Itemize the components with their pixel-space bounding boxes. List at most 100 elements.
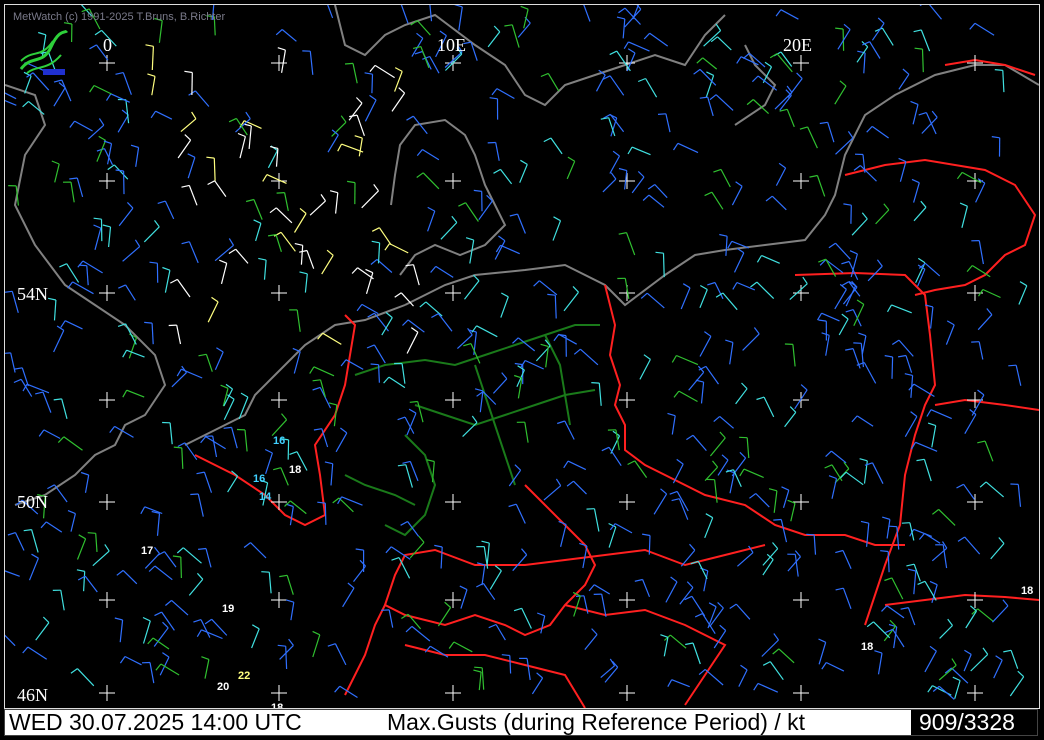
wind-barb-staff	[390, 546, 411, 560]
wind-barb-staff	[993, 659, 1003, 679]
wind-barb-flag	[261, 571, 270, 573]
map-panel[interactable]: MetWatch (c) 1991-2025 T.Bruns, B.Richte…	[4, 4, 1040, 709]
wind-barb-staff	[898, 73, 910, 90]
wind-barb-flag	[627, 146, 633, 155]
wind-barb-flag	[299, 271, 308, 275]
wind-barb-flag	[419, 301, 427, 308]
lat-label-50n: 50N	[17, 492, 48, 512]
wind-barb-staff	[547, 73, 560, 92]
wind-barb-flag	[22, 100, 29, 108]
wind-barb-staff	[704, 517, 714, 539]
wind-barb-flag	[946, 320, 955, 326]
wind-barb-flag	[669, 490, 678, 495]
wind-barb-flag	[991, 136, 1000, 139]
wind-barb-flag	[504, 24, 513, 27]
wind-barb-staff	[1002, 70, 1005, 93]
wind-barb-flag	[536, 672, 543, 679]
wind-barb-staff	[519, 164, 528, 183]
wind-barb-staff	[789, 283, 808, 301]
wind-barb-flag	[473, 669, 482, 673]
wind-barb-flag	[184, 70, 193, 74]
wind-barb-flag	[800, 384, 808, 391]
regional-border-path	[384, 434, 437, 537]
wind-barb-flag	[398, 87, 406, 94]
wind-barb-staff	[580, 348, 599, 366]
wind-barb-staff	[444, 53, 463, 71]
wind-barb-flag	[704, 191, 713, 197]
wind-barb-flag	[14, 367, 23, 370]
wind-barb-flag	[397, 464, 406, 467]
wind-barb-staff	[715, 94, 734, 111]
wind-barb-staff	[26, 383, 50, 394]
wind-barb-staff	[177, 139, 192, 159]
wind-barb-flag	[184, 134, 192, 141]
wind-barb-staff	[456, 334, 473, 350]
wind-barb-staff	[938, 685, 955, 700]
wind-barb-flag	[454, 5, 463, 8]
wind-barb-flag	[5, 352, 11, 354]
wind-barb-flag	[493, 168, 501, 174]
wind-barb-staff	[250, 542, 267, 559]
wind-barb-staff	[440, 546, 443, 569]
wind-barb-staff	[312, 634, 321, 658]
gust-value-label: 18	[1021, 585, 1034, 597]
wind-barb-flag	[1008, 364, 1017, 367]
wind-barb-staff	[563, 291, 579, 312]
wind-barb-flag	[494, 565, 502, 572]
wind-barb-staff	[552, 220, 562, 241]
wind-barb-flag	[910, 411, 918, 417]
product-title: Max.Gusts (during Reference Period) / kt	[387, 709, 805, 735]
wind-barb-flag	[416, 149, 423, 156]
wind-barb-staff	[550, 137, 563, 155]
wind-barb-flag	[566, 480, 574, 487]
wind-barb-flag	[405, 625, 413, 633]
wind-barb-flag	[673, 390, 680, 398]
wind-barb-staff	[66, 263, 80, 283]
wind-barb-flag	[618, 232, 627, 235]
wind-barb-staff	[53, 87, 66, 107]
wind-barb-flag	[458, 202, 466, 207]
wind-barb-flag	[799, 126, 808, 130]
wind-barb-staff	[975, 182, 986, 203]
wind-barb-staff	[388, 609, 394, 628]
wind-barb-staff	[453, 641, 473, 653]
wind-barb-staff	[495, 142, 500, 161]
wind-barb-staff	[735, 388, 748, 405]
wind-barb-flag	[957, 536, 966, 542]
wind-barb-staff	[125, 284, 136, 301]
wind-barb-staff	[757, 682, 779, 693]
wind-barb-staff	[486, 543, 490, 566]
wind-barb-flag	[176, 368, 182, 377]
wind-barb-staff	[595, 74, 606, 92]
wind-barb-staff	[378, 364, 380, 383]
wind-barb-flag	[313, 428, 322, 431]
wind-barb-flag	[634, 578, 643, 582]
wind-barb-flag	[198, 353, 207, 357]
wind-barb-staff	[925, 112, 937, 135]
wind-barb-staff	[786, 109, 795, 128]
wind-barb-flag	[843, 23, 851, 30]
wind-barb-flag	[818, 638, 826, 643]
wind-barb-flag	[5, 290, 13, 293]
wind-barb-staff	[649, 32, 669, 47]
wind-barb-staff	[699, 289, 708, 309]
wind-barb-flag	[740, 664, 748, 671]
wind-barb-flag	[240, 392, 249, 398]
wind-barb-staff	[593, 584, 611, 595]
wind-barb-staff	[539, 280, 558, 296]
wind-barb-staff	[53, 299, 57, 321]
wind-barb-staff	[984, 440, 994, 462]
wind-barb-flag	[866, 621, 874, 628]
wind-barb-flag	[719, 624, 727, 631]
wind-barb-staff	[921, 49, 924, 73]
wind-barb-staff	[381, 317, 393, 336]
wind-barb-staff	[63, 436, 83, 451]
wind-barb-flag	[340, 115, 347, 123]
wind-barb-flag	[347, 180, 356, 184]
wind-barb-staff	[821, 312, 840, 322]
wind-barb-staff	[978, 240, 984, 265]
wind-barb-flag	[177, 442, 186, 448]
wind-barb-flag	[142, 616, 151, 622]
wind-barb-staff	[53, 330, 65, 353]
wind-barb-staff	[440, 222, 458, 240]
